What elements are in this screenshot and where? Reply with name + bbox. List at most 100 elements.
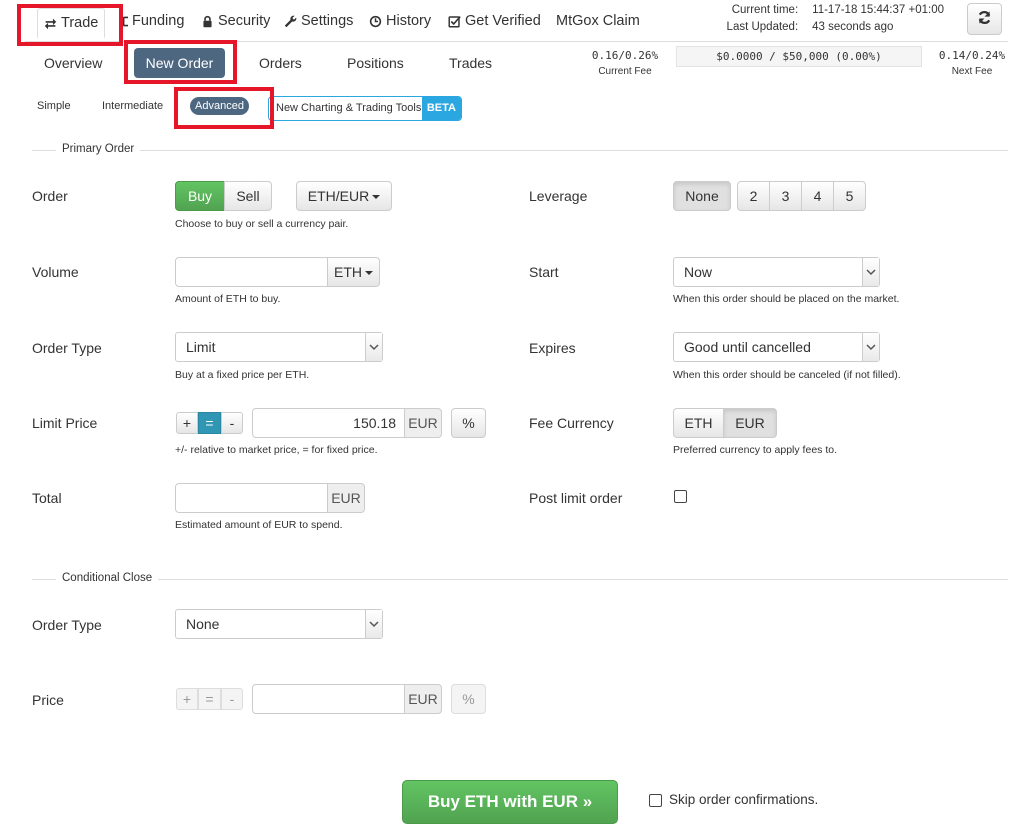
skip-confirmations-checkbox[interactable] [649, 794, 662, 807]
check-square-icon [448, 15, 461, 28]
chevron-down-icon [365, 333, 382, 361]
nav-mtgox-claim[interactable]: MtGox Claim [556, 13, 640, 29]
nav-security[interactable]: Security [201, 13, 270, 29]
limit-price-help: +/- relative to market price, = for fixe… [175, 444, 378, 456]
nav-settings[interactable]: Settings [284, 13, 353, 29]
nav-label: Get Verified [465, 13, 541, 29]
nav-get-verified[interactable]: Get Verified [448, 13, 541, 29]
fixed-equals-button[interactable]: = [198, 412, 221, 434]
nav-history[interactable]: History [369, 13, 431, 29]
leverage-3-button[interactable]: 3 [769, 181, 802, 211]
conditional-close-legend: Conditional Close [56, 572, 159, 584]
order-help: Choose to buy or sell a currency pair. [175, 218, 349, 230]
volume-input[interactable] [175, 257, 328, 287]
relative-plus-button[interactable]: + [176, 412, 198, 434]
tab-new-order[interactable]: New Order [134, 48, 225, 78]
limit-price-unit: EUR [404, 408, 442, 438]
expires-help: When this order should be canceled (if n… [673, 369, 901, 381]
percent-button[interactable]: % [451, 408, 486, 438]
next-fee: 0.14/0.24% Next Fee [933, 49, 1011, 77]
skip-confirmations-label: Skip order confirmations. [669, 792, 819, 807]
start-value: Now [684, 264, 713, 280]
beta-badge: BETA [421, 97, 461, 120]
close-price-label: Price [32, 692, 64, 708]
wallet-icon [122, 15, 128, 28]
total-input[interactable] [175, 483, 328, 513]
nav-label: MtGox Claim [556, 13, 640, 29]
leverage-none-button[interactable]: None [673, 181, 731, 211]
fee-currency-eth-button[interactable]: ETH [673, 408, 724, 438]
chevron-down-icon [862, 258, 879, 286]
charting-tools-button[interactable]: New Charting & Trading Tools BETA [268, 96, 462, 121]
pair-dropdown[interactable]: ETH/EUR [296, 181, 392, 211]
tab-orders[interactable]: Orders [259, 55, 302, 71]
leverage-label: Leverage [529, 188, 588, 204]
close-percent-button[interactable]: % [451, 684, 486, 714]
total-unit: EUR [327, 483, 365, 513]
fee-currency-eur-button[interactable]: EUR [723, 408, 777, 438]
nav-trade[interactable]: Trade [37, 8, 106, 38]
start-label: Start [529, 264, 559, 280]
total-label: Total [32, 490, 62, 506]
post-limit-label: Post limit order [529, 490, 623, 506]
nav-divider [25, 41, 1008, 42]
sell-button[interactable]: Sell [224, 181, 272, 211]
last-updated-label: Last Updated: [726, 21, 799, 33]
leverage-4-button[interactable]: 4 [801, 181, 834, 211]
refresh-button[interactable] [967, 3, 1002, 35]
nav-label: Security [218, 13, 271, 29]
volume-label: Volume [32, 264, 79, 280]
current-time-label: Current time: [731, 4, 799, 16]
exchange-icon [44, 17, 57, 30]
conditional-close-divider [32, 579, 1008, 580]
expires-label: Expires [529, 340, 576, 356]
nav-funding[interactable]: Funding [122, 13, 184, 29]
clock-icon [369, 15, 382, 28]
tab-overview[interactable]: Overview [44, 55, 102, 71]
last-updated-value: 43 seconds ago [812, 21, 894, 33]
caret-down-icon [372, 195, 381, 200]
buy-button[interactable]: Buy [175, 181, 225, 211]
current-fee-label: Current Fee [598, 66, 652, 77]
time-info: Current time: 11-17-18 15:44:37 +01:00 L… [716, 2, 944, 36]
order-type-select[interactable]: Limit [175, 332, 383, 362]
relative-minus-button[interactable]: - [221, 412, 243, 434]
tab-trades[interactable]: Trades [449, 55, 492, 71]
expires-value: Good until cancelled [684, 339, 811, 355]
next-fee-label: Next Fee [951, 66, 993, 77]
charting-tools-label: New Charting & Trading Tools [276, 102, 422, 114]
order-type-label: Order Type [32, 340, 102, 356]
close-equals-button[interactable]: = [198, 688, 221, 710]
leverage-5-button[interactable]: 5 [833, 181, 866, 211]
limit-price-label: Limit Price [32, 415, 98, 431]
close-order-type-select[interactable]: None [175, 609, 383, 639]
close-order-type-value: None [186, 616, 220, 632]
nav-label: Funding [132, 13, 185, 29]
submit-order-button[interactable]: Buy ETH with EUR » [402, 780, 618, 824]
total-help: Estimated amount of EUR to spend. [175, 519, 343, 531]
tab-positions[interactable]: Positions [347, 55, 404, 71]
mode-advanced[interactable]: Advanced [190, 97, 249, 115]
nav-label: History [386, 13, 432, 29]
fee-currency-help: Preferred currency to apply fees to. [673, 444, 837, 456]
expires-select[interactable]: Good until cancelled [673, 332, 880, 362]
close-minus-button[interactable]: - [221, 688, 243, 710]
post-limit-checkbox[interactable] [674, 490, 687, 503]
close-plus-button[interactable]: + [176, 688, 198, 710]
mode-intermediate[interactable]: Intermediate [102, 100, 163, 112]
close-price-input[interactable] [252, 684, 405, 714]
volume-unit-dropdown[interactable]: ETH [327, 257, 380, 287]
next-fee-value: 0.14/0.24% [938, 49, 1006, 62]
order-type-help: Buy at a fixed price per ETH. [175, 369, 310, 381]
current-fee-value: 0.16/0.26% [591, 49, 659, 62]
nav-label: Trade [61, 15, 99, 31]
mode-simple[interactable]: Simple [37, 100, 71, 112]
primary-order-divider [32, 150, 1008, 151]
start-help: When this order should be placed on the … [673, 293, 900, 305]
fee-currency-label: Fee Currency [529, 415, 614, 431]
close-price-unit: EUR [404, 684, 442, 714]
limit-price-input[interactable]: 150.18 [252, 408, 405, 438]
wrench-icon [284, 15, 297, 28]
leverage-2-button[interactable]: 2 [737, 181, 770, 211]
start-select[interactable]: Now [673, 257, 880, 287]
